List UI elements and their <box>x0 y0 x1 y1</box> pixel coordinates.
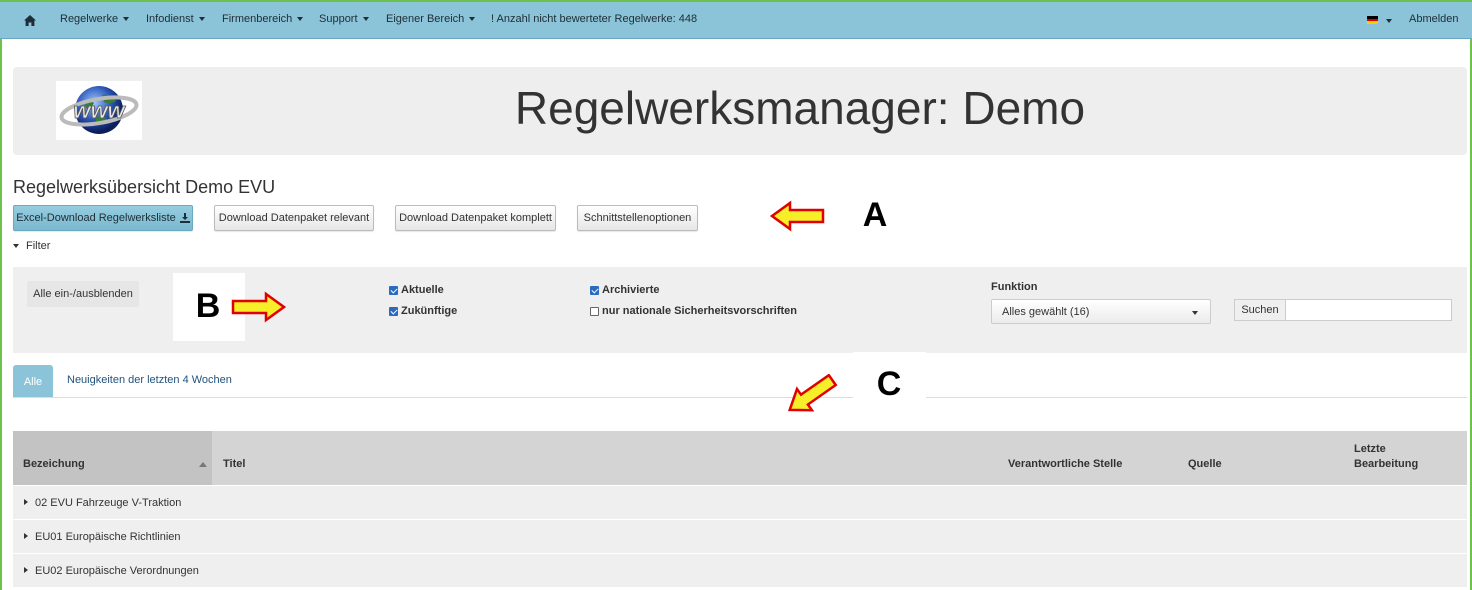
column-header-bezeichnung[interactable]: Bezeichung <box>13 431 212 485</box>
column-header-label: Bezeichung <box>23 458 85 470</box>
home-icon[interactable] <box>23 14 37 27</box>
column-header-titel[interactable]: Titel <box>223 458 245 470</box>
page-title: Regelwerksmanager: Demo <box>514 82 1086 134</box>
excel-download-label: Excel-Download Regelwerksliste <box>16 212 176 224</box>
download-icon <box>179 213 190 223</box>
nav-unrated-notice[interactable]: ! Anzahl nicht bewerteter Regelwerke: 44… <box>491 13 697 25</box>
nav-regelwerke-label: Regelwerke <box>60 13 119 25</box>
checkbox-archivierte-label: Archivierte <box>602 284 660 296</box>
column-header-quelle[interactable]: Quelle <box>1188 458 1222 470</box>
checkbox-zukuenftige-label: Zukünftige <box>401 305 458 317</box>
search-label: Suchen <box>1234 299 1286 321</box>
download-complete-button[interactable]: Download Datenpaket komplett <box>395 205 556 231</box>
row-label: 02 EVU Fahrzeuge V-Traktion <box>35 497 182 509</box>
tab-divider <box>13 397 1467 398</box>
tab-news[interactable]: Neuigkeiten der letzten 4 Wochen <box>67 374 232 386</box>
expand-caret-icon[interactable] <box>24 567 28 573</box>
chevron-down-icon[interactable] <box>1386 19 1392 23</box>
filter-toggle[interactable]: Filter <box>13 240 50 252</box>
column-header-stelle[interactable]: Verantwortliche Stelle <box>1008 458 1122 470</box>
funktion-label: Funktion <box>991 281 1038 293</box>
regelwerke-table: Bezeichung Titel Verantwortliche Stelle … <box>13 431 1467 587</box>
annotation-arrow-b <box>231 291 286 323</box>
annotation-arrow-a <box>770 200 825 232</box>
chevron-down-icon <box>362 17 369 22</box>
nav-eigener-bereich-label: Eigener Bereich <box>386 13 465 25</box>
annotation-label-c: C <box>876 364 902 403</box>
caret-down-icon <box>13 244 19 249</box>
nav-eigener-bereich[interactable]: Eigener Bereich <box>386 13 476 25</box>
search-input[interactable] <box>1285 299 1452 321</box>
nav-firmenbereich[interactable]: Firmenbereich <box>222 13 304 25</box>
checkbox-checked-icon <box>590 285 599 295</box>
funktion-select[interactable]: Alles gewählt (16) <box>991 299 1211 324</box>
table-row[interactable]: EU01 Europäische Richtlinien <box>13 519 1467 553</box>
nav-infodienst-label: Infodienst <box>146 13 194 25</box>
annotation-arrow-c <box>787 374 838 412</box>
section-title: Regelwerksübersicht Demo EVU <box>13 177 276 197</box>
show-hide-all-button[interactable]: Alle ein-/ausblenden <box>27 281 139 307</box>
checkbox-unchecked-icon <box>590 306 599 316</box>
sort-ascending-icon <box>199 462 207 467</box>
checkbox-national-label: nur nationale Sicherheitsvorschriften <box>602 305 797 317</box>
tab-all[interactable]: Alle <box>13 365 53 398</box>
top-navbar: Regelwerke Infodienst Firmenbereich Supp… <box>0 0 1472 39</box>
checkbox-archivierte[interactable]: Archivierte <box>590 284 659 296</box>
column-header-letzte-line1[interactable]: Letzte <box>1354 443 1386 455</box>
table-row[interactable]: EU02 Europäische Verordnungen <box>13 553 1467 587</box>
expand-caret-icon[interactable] <box>24 499 28 505</box>
excel-download-button[interactable]: Excel-Download Regelwerksliste <box>13 205 193 231</box>
funktion-selected-value: Alles gewählt (16) <box>1002 305 1090 318</box>
chevron-down-icon <box>469 17 476 22</box>
table-header: Bezeichung Titel Verantwortliche Stelle … <box>13 431 1467 485</box>
expand-caret-icon[interactable] <box>24 533 28 539</box>
nav-regelwerke[interactable]: Regelwerke <box>60 13 130 25</box>
checkbox-national[interactable]: nur nationale Sicherheitsvorschriften <box>590 305 797 317</box>
table-row[interactable]: 02 EVU Fahrzeuge V-Traktion <box>13 485 1467 519</box>
nav-support-label: Support <box>319 13 358 25</box>
nav-firmenbereich-label: Firmenbereich <box>222 13 293 25</box>
header-banner: www Regelwerksmanager: Demo <box>13 67 1467 155</box>
nav-infodienst[interactable]: Infodienst <box>146 13 205 25</box>
annotation-label-a: A <box>852 195 898 235</box>
annotation-label-b: B <box>186 282 230 330</box>
column-header-letzte-line2[interactable]: Bearbeitung <box>1354 458 1418 470</box>
chevron-down-icon <box>297 17 304 22</box>
nav-support[interactable]: Support <box>319 13 369 25</box>
interface-options-button[interactable]: Schnittstellenoptionen <box>577 205 698 231</box>
chevron-down-icon <box>123 17 130 22</box>
german-flag-icon[interactable] <box>1367 16 1378 24</box>
checkbox-zukuenftige[interactable]: Zukünftige <box>389 305 457 317</box>
checkbox-checked-icon <box>389 285 398 295</box>
chevron-down-icon <box>198 17 205 22</box>
checkbox-aktuelle[interactable]: Aktuelle <box>389 284 444 296</box>
row-label: EU02 Europäische Verordnungen <box>35 565 199 577</box>
logout-link[interactable]: Abmelden <box>1409 13 1459 25</box>
row-label: EU01 Europäische Richtlinien <box>35 531 181 543</box>
checkbox-aktuelle-label: Aktuelle <box>401 284 444 296</box>
filter-toggle-label: Filter <box>26 240 51 252</box>
download-relevant-button[interactable]: Download Datenpaket relevant <box>214 205 374 231</box>
checkbox-checked-icon <box>389 306 398 316</box>
chevron-down-icon <box>1192 311 1198 315</box>
